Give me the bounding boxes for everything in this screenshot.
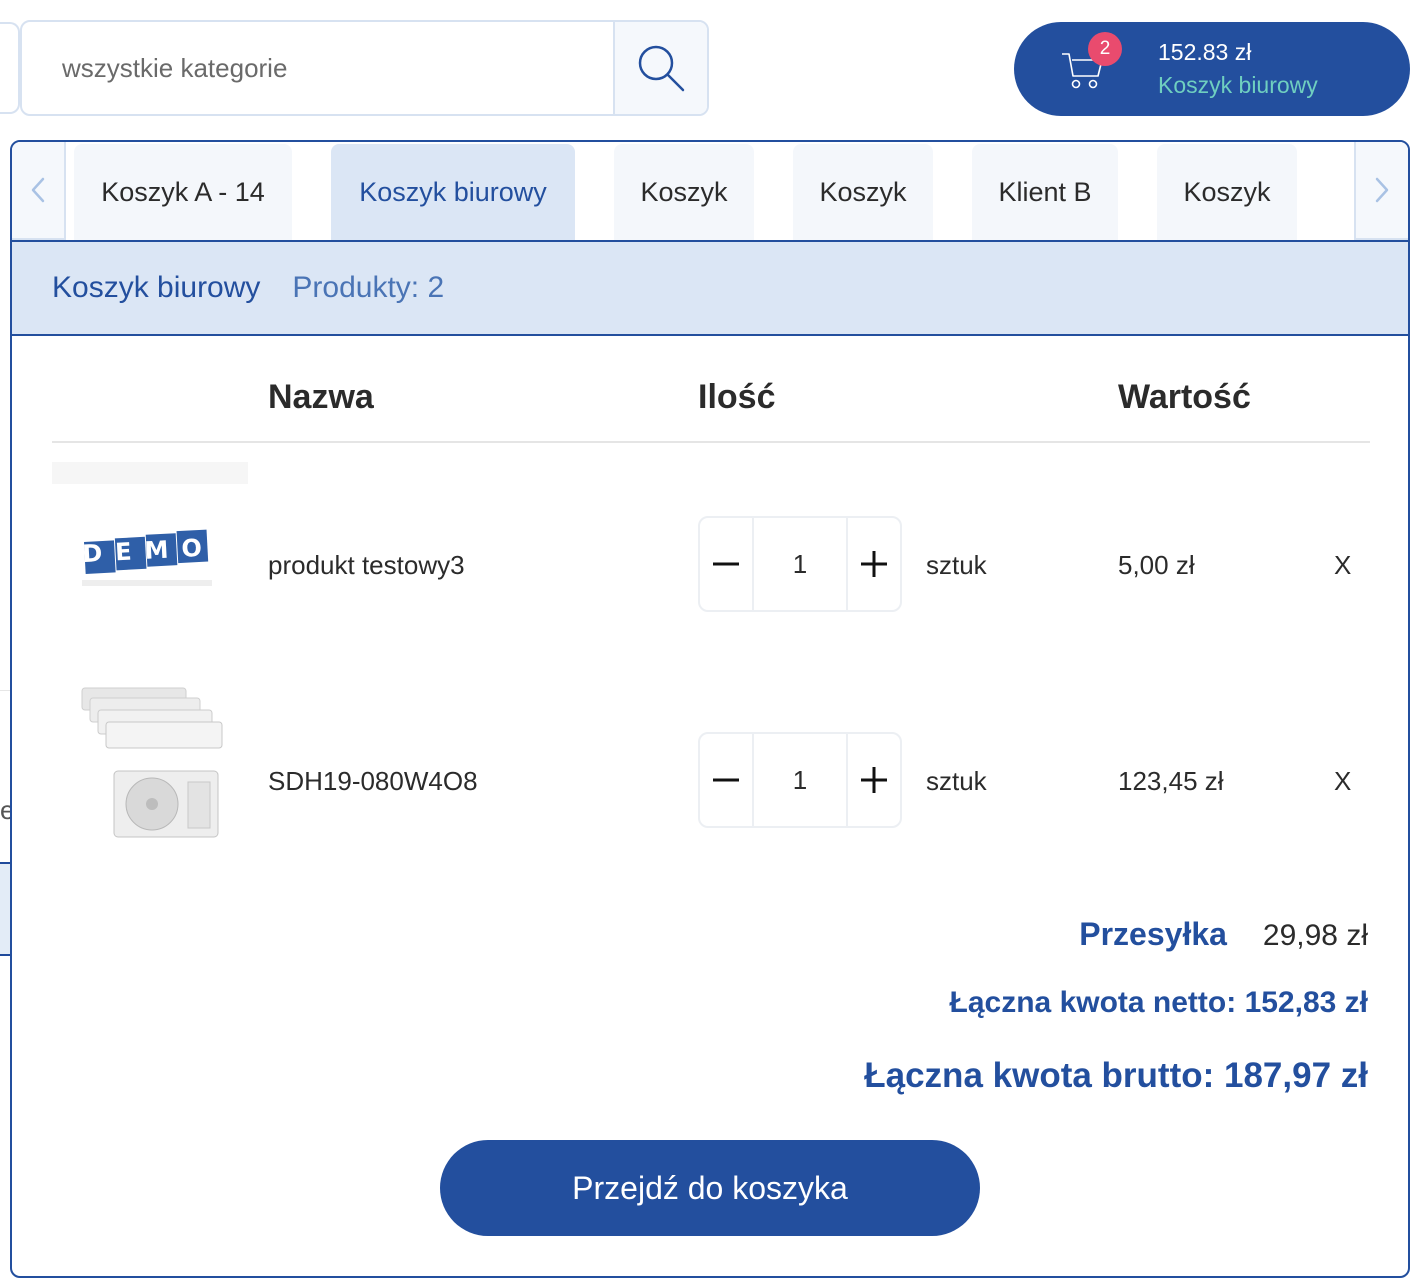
product-image: DEMO	[52, 462, 248, 632]
tabs-next-button[interactable]	[1354, 142, 1408, 240]
decrease-quantity-button[interactable]	[700, 734, 752, 826]
quantity-input[interactable]: 1	[752, 734, 848, 826]
item-price: 5,00 zł	[1118, 550, 1195, 580]
column-header-value: Wartość	[1118, 378, 1251, 416]
tab-koszyk[interactable]: Koszyk	[614, 144, 754, 240]
cart-icon-wrapper: 2	[1060, 32, 1122, 92]
plus-icon	[861, 551, 887, 577]
tabs-prev-button[interactable]	[12, 142, 66, 240]
gross-total: Łączna kwota brutto: 187,97 zł	[864, 1056, 1368, 1095]
minus-icon	[713, 778, 739, 782]
tab-koszyk[interactable]: Koszyk	[1157, 144, 1297, 240]
search-icon	[638, 45, 685, 92]
chevron-left-icon	[31, 177, 45, 203]
remove-item-button[interactable]: X	[1334, 766, 1351, 797]
product-name[interactable]: SDH19-080W4O8	[268, 766, 478, 797]
net-total: Łączna kwota netto: 152,83 zł	[949, 986, 1368, 1019]
cart-count-badge: 2	[1088, 32, 1122, 66]
tab-koszyk[interactable]: Koszyk	[793, 144, 933, 240]
mini-cart-text: 152.83 zł Koszyk biurowy	[1158, 39, 1318, 99]
cart-tabs: Koszyk A - 14 Koszyk biurowy Koszyk Kosz…	[12, 142, 1408, 240]
plus-icon	[861, 767, 887, 793]
cart-product-count: Produkty: 2	[292, 271, 445, 304]
product-image	[52, 678, 248, 848]
search-button[interactable]	[613, 22, 707, 114]
go-to-cart-button[interactable]: Przejdź do koszyka	[440, 1140, 980, 1236]
tab-koszyk-a-14[interactable]: Koszyk A - 14	[74, 144, 292, 240]
shipping-line: Przesyłka 29,98 zł	[1079, 916, 1368, 953]
quantity-unit: sztuk	[926, 550, 987, 580]
decrease-quantity-button[interactable]	[700, 518, 752, 610]
shipping-label: Przesyłka	[1079, 916, 1227, 952]
background-field-edge	[0, 22, 20, 114]
column-header-name: Nazwa	[268, 378, 374, 416]
cart-item-row: SDH19-080W4O8 1 sztuk 123,45 zł X	[52, 678, 1370, 878]
increase-quantity-button[interactable]	[848, 518, 900, 610]
mini-cart-name: Koszyk biurowy	[1158, 72, 1318, 98]
cart-dropdown-panel: Koszyk A - 14 Koszyk biurowy Koszyk Kosz…	[10, 140, 1410, 1278]
tab-klient-b[interactable]: Klient B	[972, 144, 1118, 240]
column-header-quantity: Ilość	[698, 378, 776, 416]
cart-header: Koszyk biurowy Produkty: 2	[12, 240, 1408, 336]
header-divider	[52, 441, 1370, 443]
mini-cart-total: 152.83 zł	[1158, 39, 1252, 65]
quantity-stepper: 1	[698, 732, 902, 828]
search-input[interactable]	[22, 22, 613, 114]
chevron-right-icon	[1375, 177, 1389, 203]
shipping-value: 29,98 zł	[1262, 919, 1368, 952]
quantity-unit: sztuk	[926, 766, 987, 796]
mini-cart-button[interactable]: 2 152.83 zł Koszyk biurowy	[1014, 22, 1410, 116]
item-price: 123,45 zł	[1118, 766, 1224, 796]
minus-icon	[713, 562, 739, 566]
quantity-stepper: 1	[698, 516, 902, 612]
product-name[interactable]: produkt testowy3	[268, 550, 465, 581]
search-bar	[20, 20, 709, 116]
tab-koszyk-biurowy[interactable]: Koszyk biurowy	[331, 144, 575, 240]
cart-item-row: DEMO produkt testowy3 1 sztuk 5,00 zł X	[52, 462, 1370, 662]
cart-title: Koszyk biurowy	[52, 271, 261, 304]
quantity-input[interactable]: 1	[752, 518, 848, 610]
remove-item-button[interactable]: X	[1334, 550, 1351, 581]
increase-quantity-button[interactable]	[848, 734, 900, 826]
